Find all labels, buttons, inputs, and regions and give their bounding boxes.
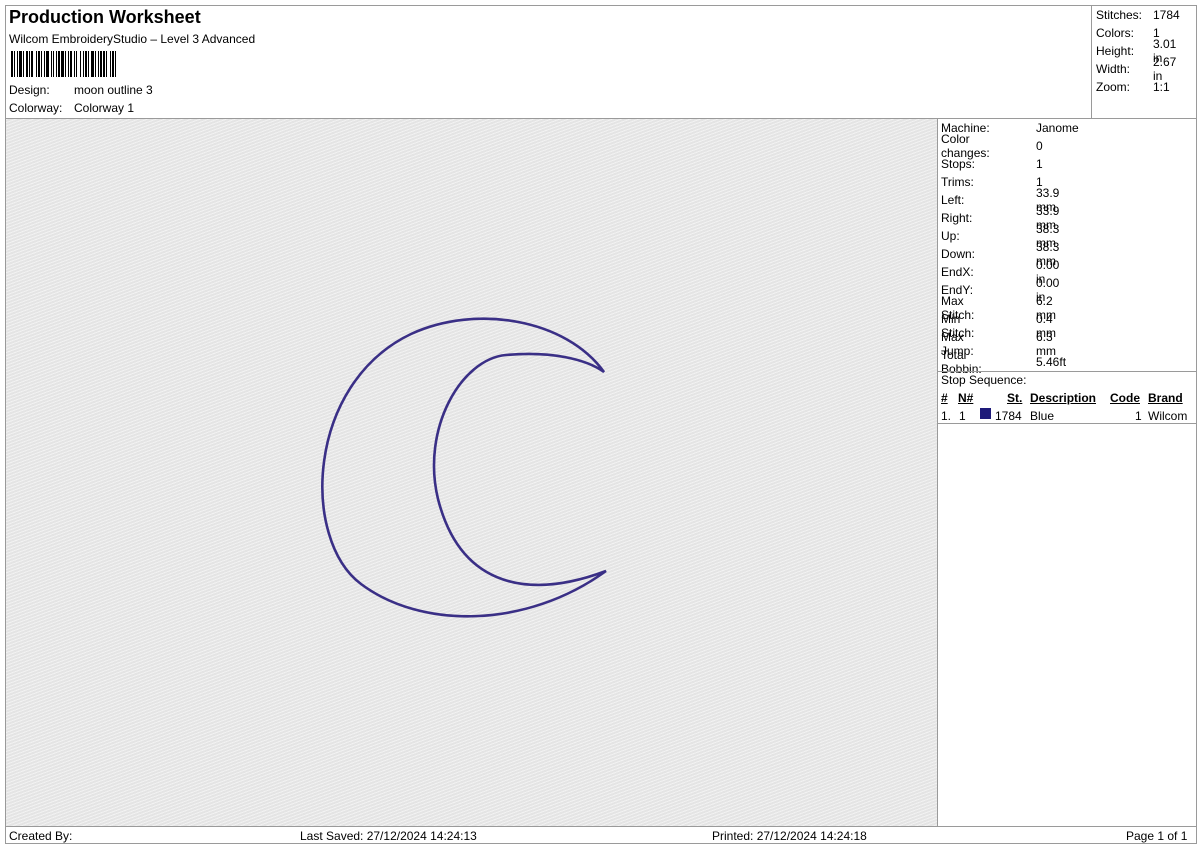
design-name: moon outline 3 — [74, 83, 153, 97]
design-stats-panel: Stitches: 1784 Colors: 1 Height: 3.01 in Wi… — [1091, 5, 1197, 119]
divider — [938, 371, 1196, 372]
machine-info-value: Janome — [1036, 121, 1079, 135]
machine-info-value: 0 — [1036, 139, 1043, 153]
last-saved: Last Saved: 27/12/2024 14:24:13 — [300, 829, 477, 843]
divider — [938, 423, 1196, 424]
moon-outline-design — [321, 317, 607, 618]
design-preview-canvas — [5, 118, 938, 827]
col-header-num: # — [941, 391, 948, 405]
machine-info-panel: Machine: Janome Color changes: 0 Stops: 1 Trim… — [937, 118, 1197, 827]
stop-row-code: 1 — [1135, 409, 1142, 423]
page-number: Page 1 of 1 — [1126, 829, 1188, 843]
col-header-needle: N# — [958, 391, 974, 405]
moon-outline-stitch — [321, 317, 607, 618]
machine-info-value: 5.46ft — [1036, 355, 1067, 369]
machine-info-value: 6.3 mm — [1036, 330, 1056, 358]
created-by: Created By: — [9, 829, 73, 843]
stat-label: Stitches: — [1096, 8, 1143, 22]
page-title: Production Worksheet — [9, 7, 201, 27]
stat-value: 1:1 — [1153, 80, 1170, 94]
col-header-stitches: St. — [1007, 391, 1023, 405]
machine-info-label: Left: — [941, 193, 965, 207]
stop-sequence-label: Stop Sequence: — [941, 373, 1027, 387]
machine-info-label: Right: — [941, 211, 973, 225]
worksheet-footer: Created By: Last Saved: 27/12/2024 14:24… — [5, 826, 1197, 844]
stat-value: 1784 — [1153, 8, 1180, 22]
stop-row-brand: Wilcom — [1148, 409, 1188, 423]
stat-value: 2.67 in — [1153, 55, 1177, 83]
stop-row-num: 1. — [941, 409, 952, 423]
machine-info-label: Color changes: — [941, 132, 990, 160]
stat-label: Height: — [1096, 44, 1135, 58]
col-header-description: Description — [1030, 391, 1097, 405]
col-header-code: Code — [1110, 391, 1140, 405]
machine-info-label: Stops: — [941, 157, 976, 171]
printed-date: Printed: 27/12/2024 14:24:18 — [712, 829, 867, 843]
design-label: Design: — [9, 83, 50, 97]
stop-row-description: Blue — [1030, 409, 1055, 423]
machine-info-value: 1 — [1036, 157, 1043, 171]
machine-info-label: EndX: — [941, 265, 974, 279]
software-name: Wilcom EmbroideryStudio – Level 3 Advanc… — [9, 32, 256, 46]
stat-label: Width: — [1096, 62, 1131, 76]
stop-row-needle: 1 — [959, 409, 966, 423]
machine-info-label: Trims: — [941, 175, 974, 189]
col-header-brand: Brand — [1148, 391, 1183, 405]
machine-info-label: Down: — [941, 247, 976, 261]
barcode-image — [11, 51, 116, 77]
stat-label: Colors: — [1096, 26, 1135, 40]
colorway-label: Colorway: — [9, 101, 63, 115]
stat-label: Zoom: — [1096, 80, 1131, 94]
machine-info-label: Up: — [941, 229, 960, 243]
stop-row-stitches: 1784 — [995, 409, 1022, 423]
thread-color-swatch — [980, 408, 991, 419]
colorway-name: Colorway 1 — [74, 101, 135, 115]
